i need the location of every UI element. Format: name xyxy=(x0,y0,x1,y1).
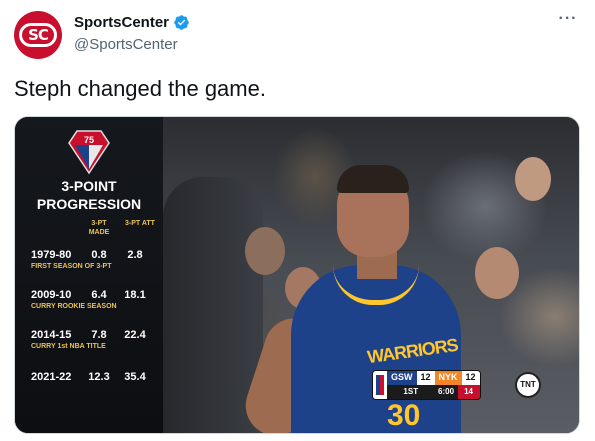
tnt-network-logo: TNT xyxy=(515,372,541,398)
display-name[interactable]: SportsCenter xyxy=(74,14,169,31)
scorebug-team2: NYK 12 6:00 14 xyxy=(434,371,480,399)
jersey-number: 30 xyxy=(387,399,421,432)
row-att: 18.1 xyxy=(124,289,146,301)
spectator-head xyxy=(515,157,551,201)
row-att: 35.4 xyxy=(124,371,146,383)
row-season: 2014-15 xyxy=(31,329,72,341)
team1-score: 12 xyxy=(416,371,435,385)
player-hair xyxy=(337,165,409,193)
team1-abbr: GSW xyxy=(387,371,417,385)
tweet-media-image[interactable]: WARRIORS 30 75 3-POINT PROGRESSION 3-PT … xyxy=(14,116,580,434)
row-made: 7.8 xyxy=(91,329,107,341)
stats-graphic-panel: 75 3-POINT PROGRESSION 3-PT MADE 3-PT AT… xyxy=(15,117,163,433)
row-note: CURRY 1st NBA TITLE xyxy=(31,343,106,350)
spectator-head xyxy=(245,227,285,275)
tweet-header: SC SportsCenter @SportsCenter ··· xyxy=(14,10,584,62)
team2-score: 12 xyxy=(461,371,480,385)
row-season: 2009-10 xyxy=(31,289,72,301)
team2-abbr: NYK xyxy=(434,371,462,385)
shot-clock: 14 xyxy=(457,385,480,399)
row-made: 0.8 xyxy=(91,249,107,261)
account-avatar[interactable]: SC xyxy=(14,11,62,59)
stat-row: 2014-15 7.8 22.4 CURRY 1st NBA TITLE xyxy=(31,329,159,350)
col-header-made: 3-PT MADE xyxy=(88,220,110,236)
row-att: 2.8 xyxy=(127,249,143,261)
game-clock: 6:00 xyxy=(438,387,455,396)
row-made: 6.4 xyxy=(91,289,107,301)
col-header-att: 3-PT ATT xyxy=(125,220,155,227)
avatar-logo-text: SC xyxy=(19,23,57,47)
nba-logo-icon xyxy=(373,371,387,399)
scorebug-team1: GSW 12 1ST xyxy=(387,371,435,399)
account-handle[interactable]: @SportsCenter xyxy=(74,36,178,53)
row-made: 12.3 xyxy=(88,371,110,383)
row-note: CURRY ROOKIE SEASON xyxy=(31,303,117,310)
more-options-icon[interactable]: ··· xyxy=(556,11,580,32)
logo-number: 75 xyxy=(84,135,94,145)
game-period: 1ST xyxy=(387,385,435,399)
nba-75th-logo-icon: 75 xyxy=(68,130,110,175)
row-season: 1979-80 xyxy=(31,249,72,261)
row-att: 22.4 xyxy=(124,329,146,341)
name-row: SportsCenter xyxy=(74,14,190,31)
stat-row: 1979-80 0.8 2.8 FIRST SEASON OF 3-PT xyxy=(31,249,159,270)
spectator-head xyxy=(475,247,519,299)
row-season: 2021-22 xyxy=(31,371,72,383)
scorebug: GSW 12 1ST NYK 12 6:00 14 xyxy=(373,371,480,399)
tweet-text: Steph changed the game. xyxy=(14,76,266,101)
graphic-title: 3-POINT PROGRESSION xyxy=(36,178,142,212)
verified-badge-icon xyxy=(174,15,189,30)
stat-row: 2009-10 6.4 18.1 CURRY ROOKIE SEASON xyxy=(31,289,159,310)
stat-row: 2021-22 12.3 35.4 xyxy=(31,371,159,383)
row-note: FIRST SEASON OF 3-PT xyxy=(31,263,112,270)
